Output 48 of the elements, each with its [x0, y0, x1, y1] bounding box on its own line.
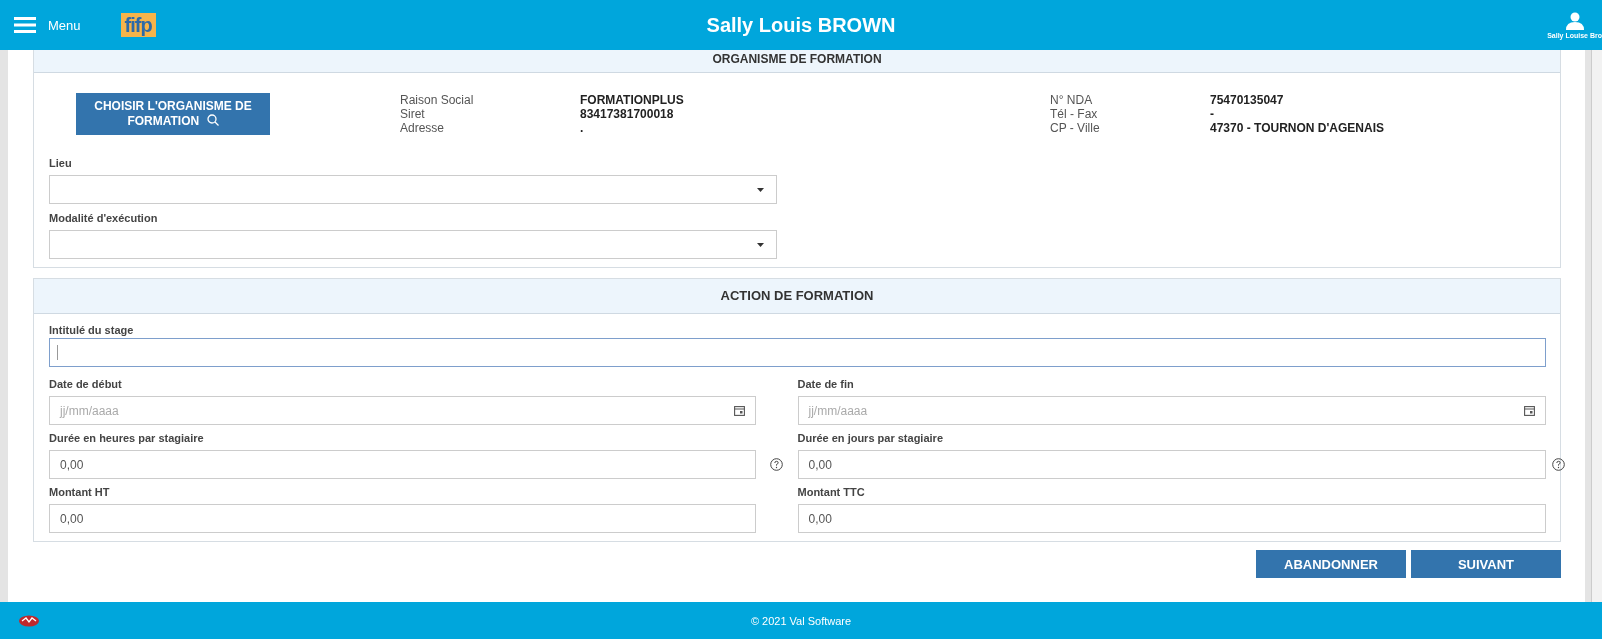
info-label: Adresse [400, 121, 446, 135]
next-button[interactable]: SUIVANT [1411, 550, 1561, 578]
info-label: Tél - Fax [1050, 107, 1099, 121]
caret-icon [757, 242, 764, 247]
info-label: Siret [400, 107, 426, 121]
info-value: 75470135047 [1210, 93, 1285, 107]
info-value: FORMATIONPLUS [580, 93, 685, 107]
page-title: Sally Louis BROWN [706, 13, 896, 37]
field-label: Intitulé du stage [49, 324, 134, 336]
info-value: 47370 - TOURNON D'AGENAIS [1210, 121, 1385, 135]
field-label: Modalité d'exécution [49, 212, 158, 224]
logo-icon [18, 614, 40, 627]
field-label: Date de début [49, 378, 122, 390]
input-field[interactable]: 0,00 [797, 504, 1546, 533]
caret-icon [757, 187, 764, 192]
copyright-text: © 2021 Val Software [750, 614, 852, 627]
user-icon [1565, 11, 1584, 30]
select-field[interactable] [49, 175, 777, 204]
field-label: Montant TTC [797, 486, 865, 498]
select-field[interactable] [49, 230, 777, 259]
field-label: Durée en jours par stagiaire [797, 432, 943, 444]
field-label: Montant HT [49, 486, 110, 498]
menu-icon [14, 17, 36, 33]
calendar-icon [1524, 405, 1535, 416]
field-label: Date de fin [797, 378, 854, 390]
info-label: CP - Ville [1050, 121, 1101, 135]
section-title: ORGANISME DE FORMATION [34, 50, 1560, 73]
info-value: - [1210, 107, 1215, 121]
menu-button[interactable]: Menu [0, 17, 81, 33]
info-label: Raison Social [400, 93, 475, 107]
input-field[interactable]: 0,00 [797, 450, 1546, 479]
help-icon[interactable] [770, 458, 783, 471]
info-label: N° NDA [1050, 93, 1094, 107]
scrollbar[interactable] [1591, 50, 1602, 602]
field-label: Durée en heures par stagiaire [49, 432, 204, 444]
info-value: 83417381700018 [580, 107, 675, 121]
help-icon[interactable] [1552, 458, 1565, 471]
field-label: Lieu [49, 157, 72, 169]
input-field[interactable] [49, 338, 1546, 367]
cancel-button[interactable]: ABANDONNER [1256, 550, 1406, 578]
section-title: ACTION DE FORMATION [34, 279, 1560, 314]
info-value: . [580, 121, 585, 135]
calendar-icon [733, 405, 745, 416]
input-field[interactable]: 0,00 [49, 450, 756, 479]
search-icon [206, 114, 219, 126]
choose-organisme-button[interactable]: CHOISIR L'ORGANISME DE FORMATION [76, 93, 270, 135]
input-field[interactable]: 0,00 [49, 504, 756, 533]
logo: fifp [120, 13, 156, 37]
